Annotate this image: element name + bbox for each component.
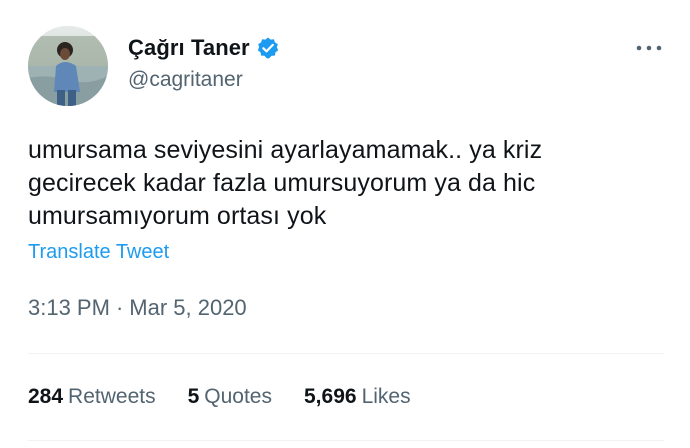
tweet-text-line: gecirecek kadar fazla umursuyorum ya da … (28, 169, 536, 197)
avatar[interactable] (28, 26, 108, 106)
likes-label: Likes (361, 385, 411, 408)
retweets-count: 284 (28, 385, 64, 408)
quotes-label: Quotes (204, 385, 272, 408)
more-options-button[interactable] (634, 38, 664, 58)
tweet-card: Çağrı Taner @cagritaner umursama seviyes… (0, 0, 690, 448)
divider (28, 353, 664, 354)
retweets-stat[interactable]: 284 Retweets (28, 385, 156, 409)
tweet-date[interactable]: Mar 5, 2020 (129, 295, 246, 320)
translate-tweet-link[interactable]: Translate Tweet (28, 241, 169, 264)
timestamp-separator: · (115, 295, 124, 320)
display-name[interactable]: Çağrı Taner (128, 35, 250, 61)
more-options-icon (636, 45, 662, 51)
retweets-label: Retweets (68, 385, 156, 408)
engagement-stats: 284 Retweets 5 Quotes 5,696 Likes (28, 385, 443, 409)
likes-count: 5,696 (304, 385, 357, 408)
verified-badge-icon (256, 36, 280, 60)
divider (28, 440, 664, 441)
quotes-count: 5 (187, 385, 200, 408)
avatar-photo (28, 26, 108, 106)
likes-stat[interactable]: 5,696 Likes (304, 385, 411, 409)
quotes-stat[interactable]: 5 Quotes (188, 385, 272, 409)
tweet-timestamp: 3:13 PM · Mar 5, 2020 (28, 295, 247, 321)
handle[interactable]: @cagritaner (128, 68, 243, 92)
tweet-text-line: umursama seviyesini ayarlayamamak.. ya k… (28, 136, 543, 164)
display-name-row: Çağrı Taner (128, 32, 280, 64)
tweet-text: umursama seviyesini ayarlayamamak.. ya k… (28, 134, 668, 233)
tweet-text-line: umursamıyorum ortası yok (28, 202, 327, 230)
tweet-time[interactable]: 3:13 PM (28, 295, 110, 320)
